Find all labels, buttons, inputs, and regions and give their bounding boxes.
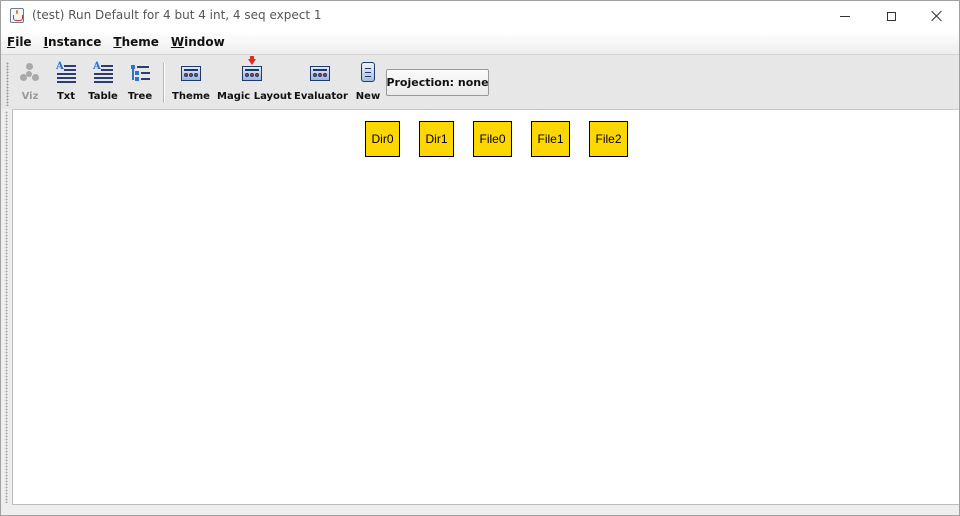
window-title: (test) Run Default for 4 but 4 int, 4 se… (32, 8, 322, 22)
status-strip (1, 505, 959, 515)
graph-node-dir1[interactable]: Dir1 (419, 121, 454, 157)
maximize-icon (886, 11, 896, 21)
viz-button[interactable]: Viz (15, 59, 45, 107)
maximize-button[interactable] (868, 1, 914, 31)
theme-panel-icon (179, 62, 203, 84)
new-scroll-icon (356, 62, 380, 84)
toolbar: Viz A Txt A Table Tree Theme Magic Layou… (1, 54, 959, 111)
minimize-icon (840, 15, 850, 17)
evaluator-panel-icon (308, 62, 332, 84)
java-app-icon (10, 8, 24, 23)
theme-button[interactable]: Theme (172, 59, 210, 107)
close-button[interactable] (914, 1, 959, 31)
tree-list-icon (128, 62, 152, 84)
tree-button[interactable]: Tree (125, 59, 155, 107)
txt-button[interactable]: A Txt (51, 59, 81, 107)
menu-window[interactable]: Window (171, 35, 225, 49)
graph-node-dir0[interactable]: Dir0 (365, 121, 400, 157)
close-icon (931, 10, 943, 22)
toolbar-separator (163, 63, 165, 103)
table-button[interactable]: A Table (87, 59, 119, 107)
menu-instance[interactable]: Instance (44, 35, 102, 49)
minimize-button[interactable] (822, 1, 868, 31)
graph-node-file2[interactable]: File2 (589, 121, 628, 157)
menu-theme[interactable]: Theme (113, 35, 159, 49)
graph-node-file1[interactable]: File1 (531, 121, 570, 157)
viz-graph-icon (18, 62, 42, 84)
menu-bar: File Instance Theme Window (1, 31, 959, 53)
graph-node-file0[interactable]: File0 (473, 121, 512, 157)
magic-layout-icon (240, 56, 264, 84)
table-lines-icon: A (91, 61, 115, 84)
left-splitter[interactable] (1, 109, 12, 505)
graph-canvas[interactable]: Dir0 Dir1 File0 File1 File2 (12, 109, 959, 505)
title-bar: (test) Run Default for 4 but 4 int, 4 se… (1, 1, 959, 31)
evaluator-button[interactable]: Evaluator (294, 59, 348, 107)
text-lines-icon: A (54, 61, 78, 84)
app-window: (test) Run Default for 4 but 4 int, 4 se… (0, 0, 960, 516)
toolbar-grip[interactable] (6, 62, 9, 106)
new-button[interactable]: New (354, 59, 382, 107)
menu-file[interactable]: File (7, 35, 32, 49)
projection-button[interactable]: Projection: none (386, 69, 489, 96)
magic-layout-button[interactable]: Magic Layout (217, 56, 292, 107)
